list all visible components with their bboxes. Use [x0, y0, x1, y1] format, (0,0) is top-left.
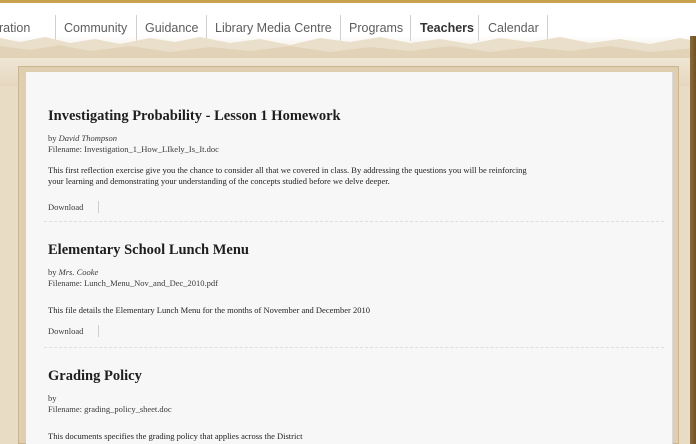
document-title[interactable]: Elementary School Lunch Menu: [48, 242, 249, 259]
document-description-line: This documents specifies the grading pol…: [48, 431, 303, 441]
document-author: David Thompson: [58, 133, 117, 143]
document-description-line: This file details the Elementary Lunch M…: [48, 305, 370, 315]
download-link[interactable]: Download: [48, 326, 83, 336]
by-label: by: [48, 393, 57, 403]
entry-divider: [44, 347, 664, 348]
document-description: This first reflection exercise give you …: [48, 165, 648, 186]
download-link[interactable]: Download: [48, 202, 83, 212]
document-title[interactable]: Grading Policy: [48, 368, 142, 385]
document-list: Investigating Probability - Lesson 1 Hom…: [26, 72, 673, 444]
torn-paper-edge: [0, 37, 696, 58]
entry-divider: [44, 221, 664, 222]
document-description-line: your learning and demonstrating your und…: [48, 175, 390, 186]
document-author-line: by David Thompson: [48, 133, 117, 143]
document-filename: Filename: Investigation_1_How_LIkely_Is_…: [48, 144, 219, 154]
download-separator: [98, 325, 99, 337]
document-description-line: This first reflection exercise give you …: [48, 165, 527, 175]
by-label: by: [48, 267, 57, 277]
document-entry: Investigating Probability - Lesson 1 Hom…: [48, 108, 663, 218]
right-border-decoration: [690, 36, 696, 444]
document-filename: Filename: grading_policy_sheet.doc: [48, 404, 172, 414]
document-title[interactable]: Investigating Probability - Lesson 1 Hom…: [48, 108, 341, 125]
document-author-line: by Mrs. Cooke: [48, 267, 98, 277]
document-author: Mrs. Cooke: [58, 267, 99, 277]
document-entry: Grading Policy by Filename: grading_poli…: [48, 368, 663, 444]
document-filename: Filename: Lunch_Menu_Nov_and_Dec_2010.pd…: [48, 278, 218, 288]
document-description: This file details the Elementary Lunch M…: [48, 305, 648, 316]
document-entry: Elementary School Lunch Menu by Mrs. Coo…: [48, 242, 663, 342]
download-separator: [98, 201, 99, 213]
document-description: This documents specifies the grading pol…: [48, 431, 648, 442]
document-author-line: by: [48, 393, 57, 403]
by-label: by: [48, 133, 57, 143]
